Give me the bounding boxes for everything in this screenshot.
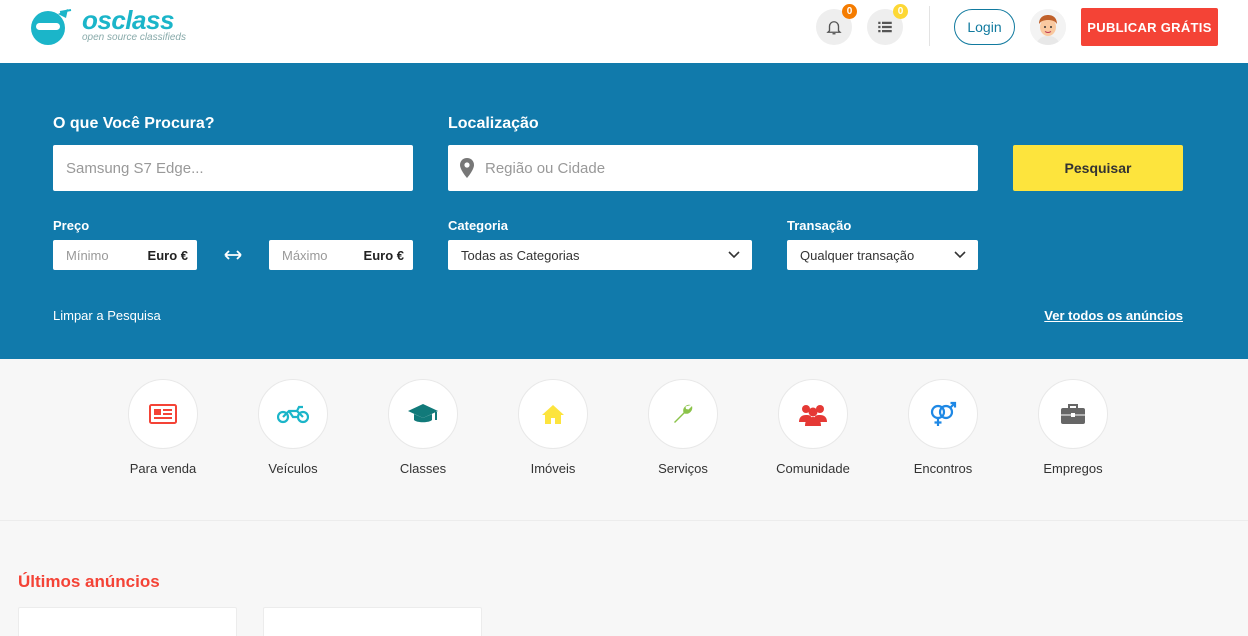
price-label: Preço <box>53 218 90 233</box>
notifications-badge: 0 <box>842 4 857 19</box>
category-community[interactable]: Comunidade <box>758 379 868 479</box>
logo-tagline: open source classifieds <box>82 32 186 43</box>
transaction-select[interactable]: Qualquer transação <box>787 240 978 270</box>
category-label: Serviços <box>658 461 708 476</box>
avatar-icon <box>1030 9 1066 45</box>
search-panel: O que Você Procura? Samsung S7 Edge... L… <box>0 63 1248 359</box>
header-divider <box>929 6 930 46</box>
category-circle <box>388 379 458 449</box>
transaction-label: Transação <box>787 218 852 233</box>
home-icon <box>542 405 564 424</box>
category-circle <box>1038 379 1108 449</box>
category-label: Imóveis <box>530 461 576 476</box>
location-input[interactable]: Região ou Cidade <box>448 145 978 191</box>
category-bar: Para venda Veículos Classes Imóveis Serv… <box>0 359 1248 521</box>
chevron-down-icon <box>954 251 966 259</box>
category-selected: Todas as Categorias <box>461 247 580 263</box>
view-all-listings-link[interactable]: Ver todos os anúncios <box>1044 308 1183 323</box>
wrench-icon <box>674 404 693 423</box>
listing-card[interactable] <box>263 607 482 636</box>
category-circle <box>908 379 978 449</box>
category-jobs[interactable]: Empregos <box>1018 379 1128 479</box>
bell-icon <box>826 21 842 35</box>
graduation-cap-icon <box>408 404 438 423</box>
category-classes[interactable]: Classes <box>368 379 478 479</box>
list-icon <box>878 21 892 33</box>
price-max-placeholder: Máximo <box>282 247 328 263</box>
motorcycle-icon <box>277 405 309 424</box>
notifications-button[interactable]: 0 <box>816 4 857 45</box>
listing-card[interactable] <box>18 607 237 636</box>
publish-free-button[interactable]: PUBLICAR GRÁTIS <box>1081 8 1218 46</box>
price-min-input[interactable]: Mínimo Euro € <box>53 240 197 270</box>
logo-mark-icon <box>31 9 72 45</box>
avatar[interactable] <box>1030 9 1066 45</box>
price-min-currency: Euro € <box>147 247 188 263</box>
category-circle <box>258 379 328 449</box>
category-label: Veículos <box>268 461 318 476</box>
category-real-estate[interactable]: Imóveis <box>498 379 608 479</box>
briefcase-icon <box>1061 404 1085 424</box>
category-circle <box>778 379 848 449</box>
location-placeholder: Região ou Cidade <box>485 159 606 177</box>
chevron-down-icon <box>728 251 740 259</box>
category-circle <box>518 379 588 449</box>
category-dating[interactable]: Encontros <box>888 379 998 479</box>
map-pin-icon <box>460 158 474 178</box>
transaction-selected: Qualquer transação <box>800 247 915 263</box>
login-button[interactable]: Login <box>954 9 1015 45</box>
category-label: Para venda <box>129 461 197 476</box>
logo-text: osclass <box>82 5 174 35</box>
gender-icon <box>930 401 957 426</box>
category-label: Classes <box>399 461 447 476</box>
category-for-sale[interactable]: Para venda <box>108 379 218 479</box>
keyword-placeholder: Samsung S7 Edge... <box>66 159 204 177</box>
clear-search-link[interactable]: Limpar a Pesquisa <box>53 308 161 323</box>
category-label: Comunidade <box>776 461 850 476</box>
what-label: O que Você Procura? <box>53 115 215 132</box>
category-label: Encontros <box>913 461 973 476</box>
category-circle <box>648 379 718 449</box>
search-button[interactable]: Pesquisar <box>1013 145 1183 191</box>
category-select[interactable]: Todas as Categorias <box>448 240 752 270</box>
category-label: Categoria <box>448 218 508 233</box>
category-vehicles[interactable]: Veículos <box>238 379 348 479</box>
users-icon <box>799 405 827 426</box>
header: osclass open source classifieds 0 0 Logi… <box>0 0 1248 63</box>
price-max-currency: Euro € <box>363 247 404 263</box>
category-circle <box>128 379 198 449</box>
category-label: Empregos <box>1043 461 1103 476</box>
location-label: Localização <box>448 115 539 132</box>
keyword-input[interactable]: Samsung S7 Edge... <box>53 145 413 191</box>
latest-listings-title: Últimos anúncios <box>18 572 160 591</box>
price-max-input[interactable]: Máximo Euro € <box>269 240 413 270</box>
messages-badge: 0 <box>893 4 908 19</box>
logo[interactable]: osclass open source classifieds <box>30 6 210 48</box>
price-min-placeholder: Mínimo <box>66 247 109 263</box>
category-services[interactable]: Serviços <box>628 379 738 479</box>
my-listings-button[interactable]: 0 <box>867 4 908 45</box>
range-arrow-icon <box>224 250 242 260</box>
newspaper-icon <box>149 404 177 424</box>
